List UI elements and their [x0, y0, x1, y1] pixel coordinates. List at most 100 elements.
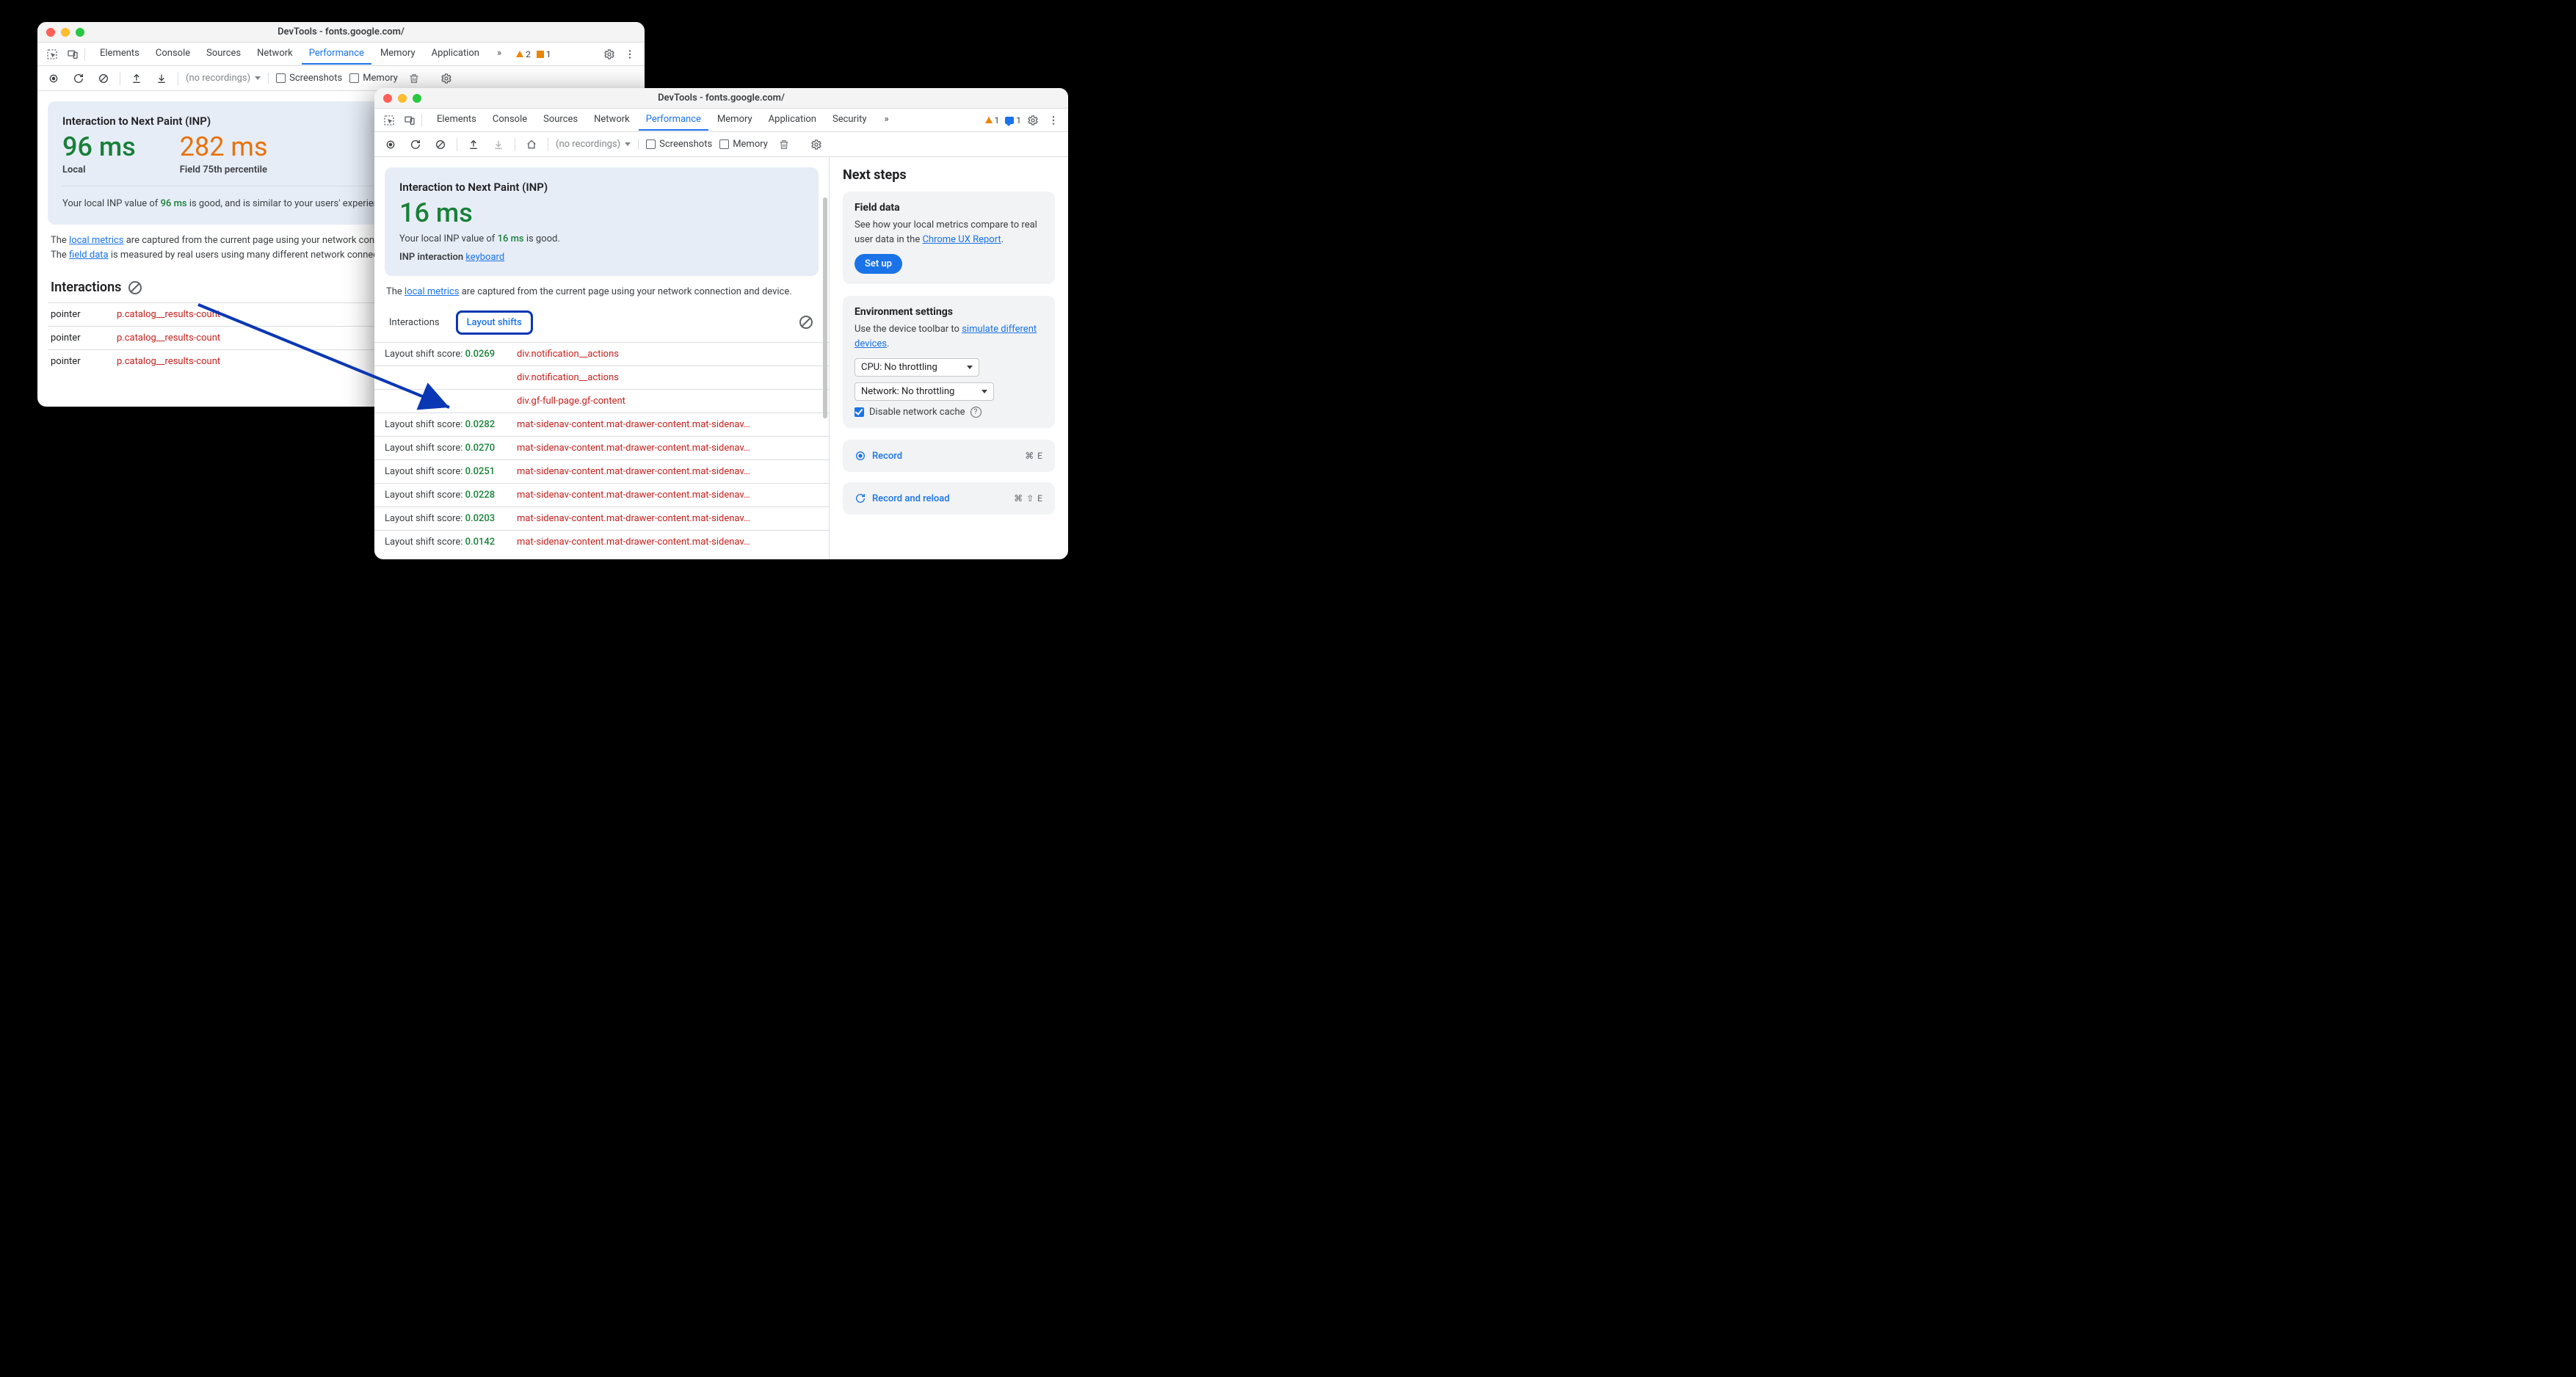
table-row[interactable]: Layout shift score: 0.0203 mat-sidenav-c…: [374, 506, 829, 530]
tab-overflow[interactable]: »: [490, 43, 509, 65]
record-card[interactable]: Record ⌘ E: [843, 440, 1055, 472]
panel-settings-icon[interactable]: [808, 136, 825, 153]
perf-toolbar: (no recordings) Screenshots Memory: [374, 132, 1068, 157]
table-row[interactable]: Layout shift score: 0.0228 mat-sidenav-c…: [374, 483, 829, 506]
clear-button[interactable]: [95, 70, 112, 87]
minimize-icon[interactable]: [61, 28, 70, 37]
environment-card: Environment settings Use the device tool…: [843, 296, 1055, 428]
panel-settings-icon[interactable]: [438, 70, 455, 87]
help-icon[interactable]: ?: [970, 407, 982, 418]
inspect-icon[interactable]: [380, 112, 398, 129]
more-icon[interactable]: [621, 46, 639, 63]
tab-overflow[interactable]: »: [877, 109, 896, 131]
table-row[interactable]: Layout shift score: 0.0251 mat-sidenav-c…: [374, 459, 829, 483]
cpu-throttle-select[interactable]: CPU: No throttling: [855, 358, 979, 377]
more-icon[interactable]: [1045, 112, 1062, 129]
tab-network[interactable]: Network: [587, 109, 637, 131]
tab-performance[interactable]: Performance: [639, 109, 708, 131]
close-icon[interactable]: [46, 28, 55, 37]
status-badges[interactable]: 2 1: [516, 49, 551, 59]
home-icon[interactable]: [523, 136, 540, 153]
tab-performance[interactable]: Performance: [302, 43, 371, 65]
memory-checkbox[interactable]: Memory: [349, 73, 398, 84]
table-row[interactable]: Layout shift score: 0.0282 mat-sidenav-c…: [374, 413, 829, 436]
clear-subtab-icon[interactable]: [799, 316, 813, 329]
upload-icon[interactable]: [128, 70, 145, 87]
tab-elements[interactable]: Elements: [429, 109, 484, 131]
tab-elements[interactable]: Elements: [92, 43, 147, 65]
trash-icon[interactable]: [775, 136, 793, 153]
inp-local: 96 ms Local: [62, 134, 136, 175]
tab-memory[interactable]: Memory: [373, 43, 423, 65]
warnings-badge[interactable]: 1: [985, 115, 1000, 126]
warnings-badge[interactable]: 2: [516, 49, 531, 59]
tab-application[interactable]: Application: [424, 43, 487, 65]
screenshots-checkbox[interactable]: Screenshots: [646, 139, 712, 150]
status-badges[interactable]: 1 1: [985, 115, 1022, 126]
device-toolbar-icon[interactable]: [64, 46, 81, 63]
window-controls: [46, 28, 84, 37]
device-toolbar-icon[interactable]: [401, 112, 418, 129]
download-icon[interactable]: [153, 70, 170, 87]
keyboard-link[interactable]: keyboard: [465, 252, 504, 263]
recordings-dropdown[interactable]: (no recordings): [186, 73, 269, 84]
recordings-dropdown[interactable]: (no recordings): [556, 139, 639, 150]
tab-sources[interactable]: Sources: [536, 109, 585, 131]
record-button[interactable]: [45, 70, 62, 87]
disable-cache-checkbox[interactable]: Disable network cache ?: [855, 407, 1043, 418]
tab-sources[interactable]: Sources: [199, 43, 248, 65]
subtab-interactions[interactable]: Interactions: [385, 314, 444, 331]
upload-icon[interactable]: [465, 136, 482, 153]
clear-interactions-icon[interactable]: [128, 281, 142, 294]
checkbox-label: Screenshots: [289, 73, 342, 84]
ls-score: Layout shift score: 0.0228: [385, 490, 509, 501]
card-text: See how your local metrics compare to re…: [855, 218, 1043, 247]
text: .: [887, 338, 889, 349]
record-button[interactable]: [382, 136, 399, 153]
close-icon[interactable]: [383, 94, 392, 103]
inp-local-label: Local: [62, 164, 136, 175]
scrollbar[interactable]: [823, 197, 827, 418]
ls-score: Layout shift score: 0.0269: [385, 349, 509, 360]
trash-icon[interactable]: [405, 70, 423, 87]
inp-local-value: 96 ms: [62, 134, 136, 160]
zoom-icon[interactable]: [413, 94, 421, 103]
tab-memory[interactable]: Memory: [710, 109, 760, 131]
reload-button[interactable]: [70, 70, 87, 87]
zoom-icon[interactable]: [76, 28, 84, 37]
reload-button[interactable]: [407, 136, 424, 153]
table-row[interactable]: div.notification__actions: [374, 366, 829, 389]
tab-console[interactable]: Console: [485, 109, 534, 131]
table-row[interactable]: Layout shift score: 0.0270 mat-sidenav-c…: [374, 436, 829, 459]
screenshots-checkbox[interactable]: Screenshots: [276, 73, 342, 84]
minimize-icon[interactable]: [398, 94, 407, 103]
settings-icon[interactable]: [601, 46, 618, 63]
table-row[interactable]: Layout shift score: 0.0269 div.notificat…: [374, 342, 829, 366]
tab-console[interactable]: Console: [148, 43, 197, 65]
local-metrics-link[interactable]: local metrics: [69, 235, 123, 246]
tab-network[interactable]: Network: [250, 43, 300, 65]
text: Record: [872, 451, 902, 462]
inspect-icon[interactable]: [43, 46, 61, 63]
messages-badge[interactable]: 1: [1005, 115, 1021, 126]
warning-count: 1: [995, 115, 1000, 126]
table-row[interactable]: div.gf-full-page.gf-content: [374, 389, 829, 413]
tab-application[interactable]: Application: [761, 109, 824, 131]
network-throttle-select[interactable]: Network: No throttling: [855, 382, 994, 401]
issues-badge[interactable]: 1: [537, 49, 551, 59]
inp-interaction: INP interaction keyboard: [399, 252, 804, 263]
settings-icon[interactable]: [1024, 112, 1042, 129]
memory-checkbox[interactable]: Memory: [719, 139, 768, 150]
chevron-down-icon: [625, 142, 631, 146]
table-row[interactable]: Layout shift score: 0.0142 mat-sidenav-c…: [374, 530, 829, 553]
field-data-link[interactable]: field data: [69, 250, 109, 261]
clear-button[interactable]: [432, 136, 449, 153]
record-reload-card[interactable]: Record and reload ⌘ ⇧ E: [843, 482, 1055, 515]
tab-security[interactable]: Security: [825, 109, 874, 131]
subtab-layout-shifts[interactable]: Layout shifts: [456, 310, 533, 335]
setup-button[interactable]: Set up: [855, 254, 902, 274]
crux-link[interactable]: Chrome UX Report: [922, 234, 1001, 245]
message-bubble-icon: [1005, 117, 1014, 124]
checkbox-label: Disable network cache: [869, 407, 965, 418]
local-metrics-link[interactable]: local metrics: [404, 286, 459, 297]
